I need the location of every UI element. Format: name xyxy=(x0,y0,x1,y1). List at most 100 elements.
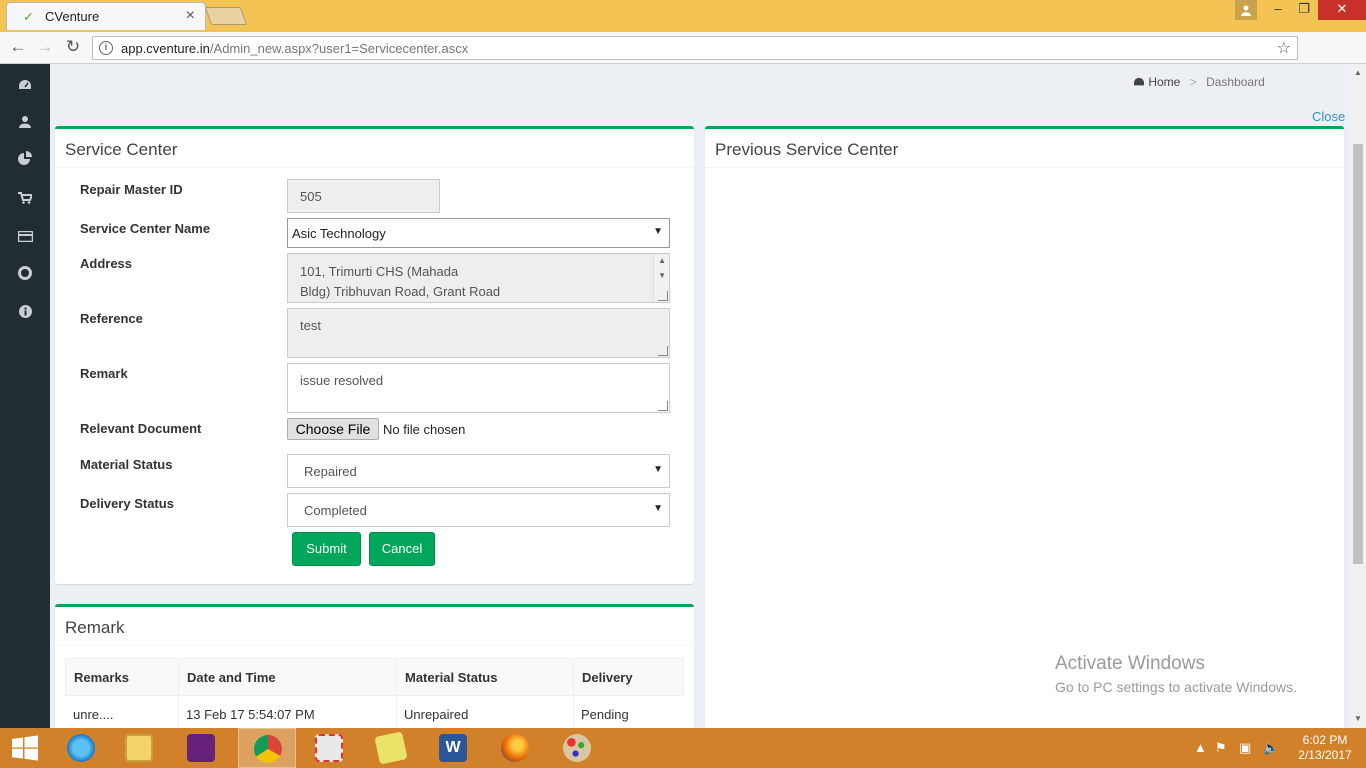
resize-handle-icon[interactable] xyxy=(658,346,668,356)
taskbar-clock[interactable]: 6:02 PM 2/13/2017 xyxy=(1290,733,1360,763)
user-profile-icon[interactable] xyxy=(1235,0,1257,20)
reference-label: Reference xyxy=(80,311,143,326)
scroll-down-icon[interactable]: ▼ xyxy=(658,271,666,280)
remark-box-title: Remark xyxy=(65,618,125,637)
watermark-subtitle: Go to PC settings to activate Windows. xyxy=(1055,679,1297,695)
url-path: /Admin_new.aspx?user1=Servicecenter.ascx xyxy=(209,41,469,56)
windows-start-button[interactable] xyxy=(0,728,52,768)
user-icon[interactable] xyxy=(15,113,35,133)
home-dashboard-icon xyxy=(1133,75,1148,89)
firefox-icon[interactable] xyxy=(486,728,544,768)
snipping-tool-icon[interactable] xyxy=(300,728,358,768)
tab-title: CVenture xyxy=(45,9,100,24)
service-center-title: Service Center xyxy=(65,140,178,159)
watermark-title: Activate Windows xyxy=(1055,653,1205,674)
action-center-flag-icon[interactable]: ⚑ xyxy=(1215,740,1227,756)
remark-textarea[interactable]: issue resolved xyxy=(287,363,670,413)
network-icon[interactable]: ▣ xyxy=(1239,740,1251,756)
clock-time: 6:02 PM xyxy=(1302,733,1348,747)
resize-handle-icon[interactable] xyxy=(658,401,668,411)
forward-arrow-icon[interactable]: → xyxy=(35,38,55,58)
sticky-notes-icon[interactable] xyxy=(362,728,420,768)
cventure-favicon-icon: ✓ xyxy=(23,9,34,24)
breadcrumb-home-link[interactable]: Home xyxy=(1148,75,1180,89)
visual-studio-icon[interactable] xyxy=(172,728,230,768)
address-line-2: Bldg) Tribhuvan Road, Grant Road xyxy=(300,284,501,299)
url-text[interactable]: app.cventure.in/Admin_new.aspx?user1=Ser… xyxy=(121,41,468,56)
support-icon[interactable] xyxy=(15,265,35,285)
minimize-button[interactable]: – xyxy=(1264,0,1292,20)
browser-titlebar: ✓ CVenture × – ❐ ✕ xyxy=(0,0,1366,32)
cell-delivery: Pending xyxy=(581,707,629,722)
address-toolbar: ← → ↻ i app.cventure.in/Admin_new.aspx?u… xyxy=(0,32,1366,88)
url-bar[interactable]: i app.cventure.in/Admin_new.aspx?user1=S… xyxy=(92,36,1298,60)
scroll-up-icon[interactable]: ▲ xyxy=(658,256,666,265)
remark-label: Remark xyxy=(80,366,128,381)
cell-date-time: 13 Feb 17 5:54:07 PM xyxy=(186,707,315,722)
reload-icon[interactable]: ↻ xyxy=(63,38,83,58)
service-center-box: Service Center Repair Master ID 505 Serv… xyxy=(55,126,694,584)
show-hidden-icons-icon[interactable]: ▲ xyxy=(1194,740,1207,755)
back-arrow-icon[interactable]: ← xyxy=(8,38,28,58)
material-status-select[interactable]: Repaired ▼ xyxy=(287,454,670,488)
windows-taskbar: W ▲ ⚑ ▣ 🔈 6:02 PM 2/13/2017 xyxy=(0,728,1366,768)
restore-button[interactable]: ❐ xyxy=(1290,0,1318,20)
address-textarea[interactable]: 101, Trimurti CHS (Mahada Bldg) Tribhuva… xyxy=(287,253,670,303)
bookmark-star-icon[interactable]: ☆ xyxy=(1277,38,1291,58)
repair-master-id-field[interactable]: 505 xyxy=(287,179,440,213)
cell-remarks: unre.... xyxy=(73,707,114,722)
delivery-status-select[interactable]: Completed ▼ xyxy=(287,493,670,527)
column-header-remarks: Remarks xyxy=(74,670,129,685)
cell-material-status: Unrepaired xyxy=(404,707,469,722)
reference-textarea[interactable]: test xyxy=(287,308,670,358)
scroll-down-icon[interactable]: ▼ xyxy=(1354,714,1362,723)
resize-handle-icon[interactable] xyxy=(658,291,668,301)
submit-button[interactable]: Submit xyxy=(292,532,361,566)
material-status-value: Repaired xyxy=(304,464,357,479)
repair-master-id-label: Repair Master ID xyxy=(80,182,183,197)
delivery-status-value: Completed xyxy=(304,503,367,518)
tab-close-icon[interactable]: × xyxy=(186,7,195,25)
box-divider xyxy=(55,167,694,168)
relevant-document-label: Relevant Document xyxy=(80,421,202,436)
box-divider xyxy=(705,167,1344,168)
new-tab-button[interactable] xyxy=(204,7,248,25)
close-link[interactable]: Close xyxy=(1312,109,1345,124)
choose-file-button[interactable]: Choose File xyxy=(287,418,379,440)
word-icon[interactable]: W xyxy=(424,728,482,768)
page-scrollbar[interactable]: ▲ ▼ xyxy=(1350,64,1366,728)
reference-value: test xyxy=(300,318,321,333)
dashboard-icon[interactable] xyxy=(15,76,35,96)
paint-icon[interactable] xyxy=(548,728,606,768)
service-center-name-select[interactable]: Asic Technology ▼ xyxy=(287,218,670,248)
credit-card-icon[interactable] xyxy=(15,227,35,247)
chevron-down-icon: ▼ xyxy=(653,464,663,475)
table-row: unre.... 13 Feb 17 5:54:07 PM Unrepaired… xyxy=(65,696,684,728)
site-info-icon[interactable]: i xyxy=(99,41,113,55)
info-icon[interactable] xyxy=(15,303,35,323)
cart-icon[interactable] xyxy=(15,189,35,209)
internet-explorer-icon[interactable] xyxy=(52,728,110,768)
repair-master-id-value: 505 xyxy=(300,189,322,204)
material-status-label: Material Status xyxy=(80,457,173,472)
cancel-button[interactable]: Cancel xyxy=(369,532,435,566)
browser-tab[interactable]: ✓ CVenture × xyxy=(6,2,206,30)
file-explorer-icon[interactable] xyxy=(110,728,168,768)
pie-chart-icon[interactable] xyxy=(15,150,35,170)
chrome-icon[interactable] xyxy=(238,728,296,768)
url-host: app.cventure.in xyxy=(121,41,210,56)
box-divider xyxy=(55,645,694,646)
window-close-button[interactable]: ✕ xyxy=(1318,0,1366,20)
breadcrumb-separator: > xyxy=(1189,75,1197,89)
scrollbar-thumb[interactable] xyxy=(1353,144,1363,564)
admin-sidebar xyxy=(0,64,50,728)
previous-service-center-box: Previous Service Center xyxy=(705,126,1344,728)
address-label: Address xyxy=(80,256,133,271)
volume-icon[interactable]: 🔈 xyxy=(1263,740,1279,756)
main-content: Home > Dashboard Close Service Center Re… xyxy=(50,64,1350,728)
column-divider xyxy=(573,658,574,728)
column-header-delivery: Delivery xyxy=(582,670,633,685)
column-divider xyxy=(178,658,179,728)
activate-windows-watermark: Activate Windows Go to PC settings to ac… xyxy=(1055,653,1297,695)
scroll-up-icon[interactable]: ▲ xyxy=(1354,68,1362,77)
